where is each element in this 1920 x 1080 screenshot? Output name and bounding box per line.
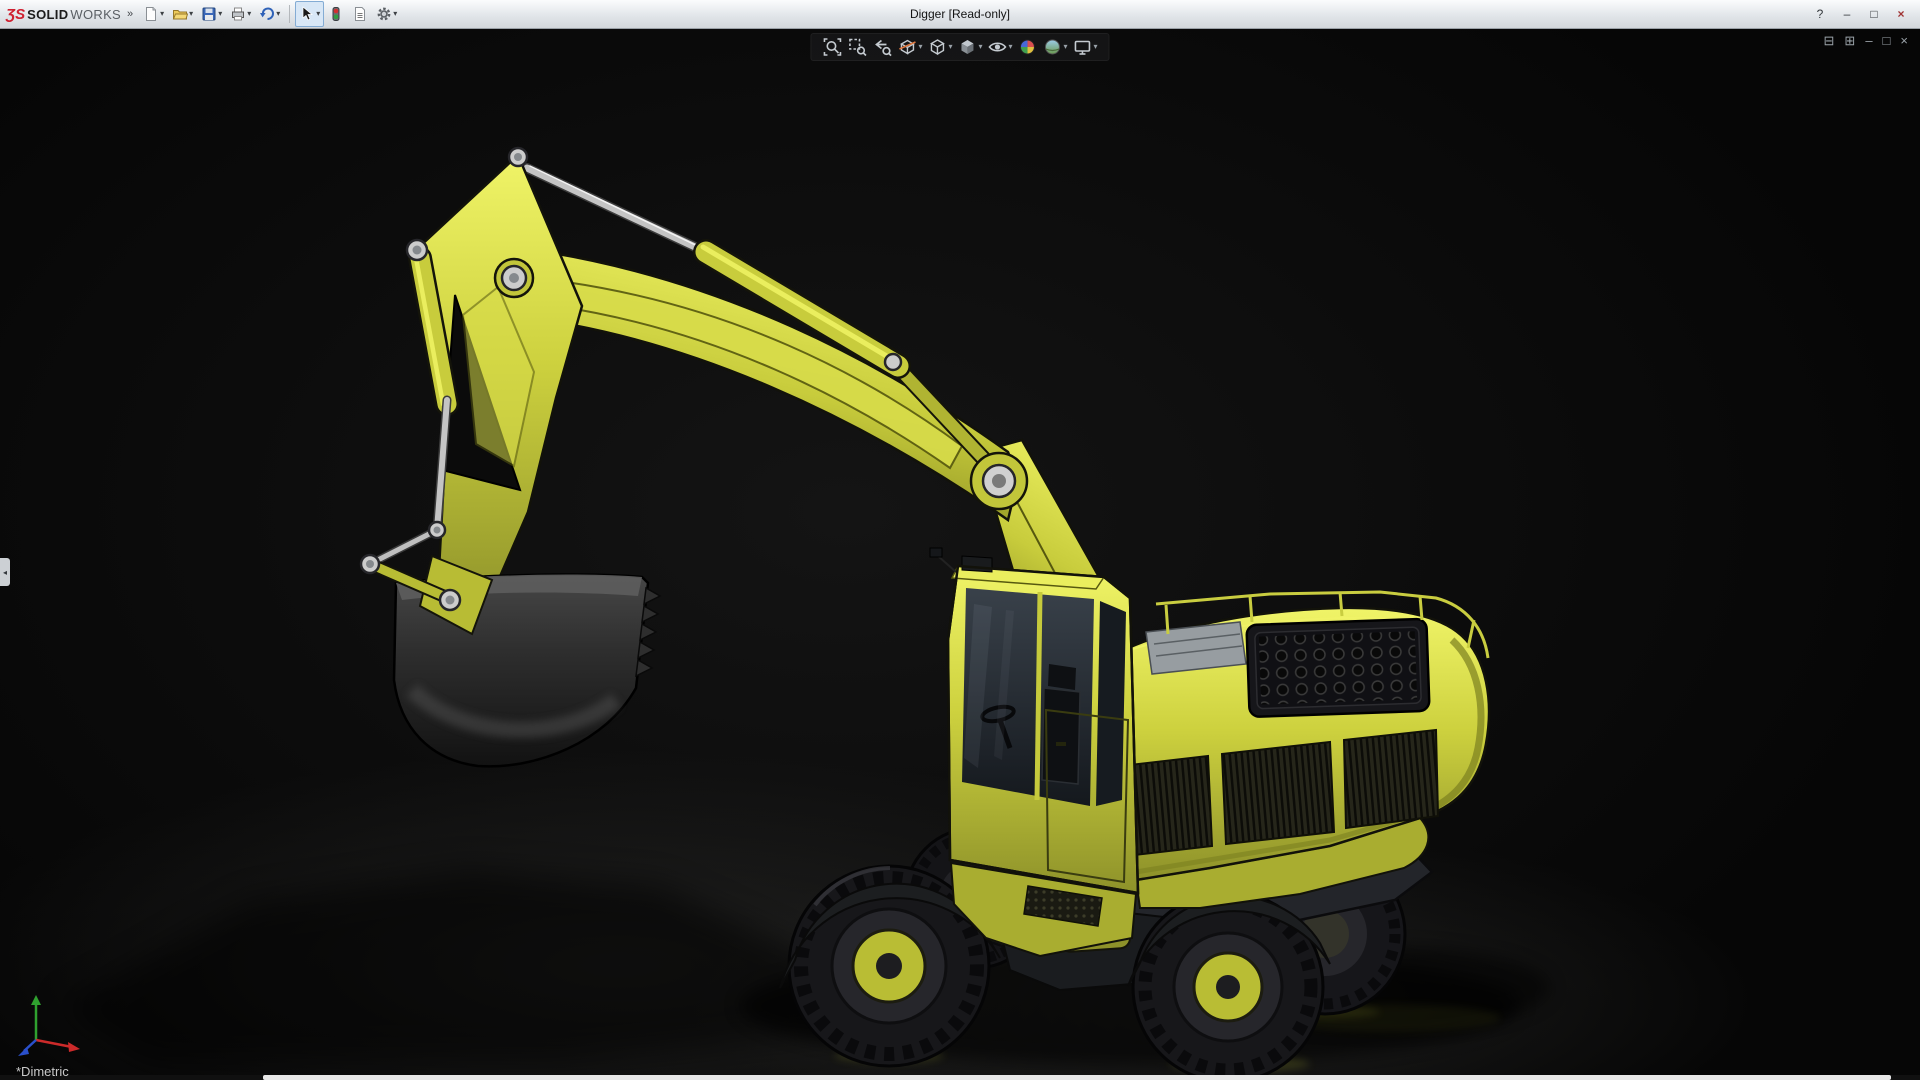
caret-icon: ▾ bbox=[1094, 43, 1098, 51]
solidworks-logo-mark: ƷS bbox=[6, 6, 25, 23]
rebuild-stoplight-icon bbox=[328, 6, 344, 22]
toolbar-save-button[interactable]: ▾ bbox=[197, 1, 226, 27]
restore-button[interactable]: □ bbox=[1867, 7, 1881, 21]
file-properties-icon bbox=[352, 6, 368, 22]
toolbar-file-properties-button[interactable] bbox=[348, 1, 372, 27]
toolbar-select-button[interactable]: ▾ bbox=[295, 1, 324, 27]
graphics-area[interactable]: ▾ ▾ ▾ ▾ bbox=[0, 28, 1920, 1080]
panel-collapse-arrow[interactable]: ◂ bbox=[0, 558, 10, 586]
toolbar-open-button[interactable]: ▾ bbox=[168, 1, 197, 27]
caret-icon: ▾ bbox=[276, 10, 280, 18]
apply-scene-button[interactable]: ▾ bbox=[1041, 35, 1070, 59]
document-window-controls: ⊟ ⊞ – □ × bbox=[1824, 34, 1909, 47]
section-view-icon bbox=[897, 37, 917, 57]
toolbar-separator bbox=[289, 5, 290, 23]
section-view-button[interactable]: ▾ bbox=[895, 35, 924, 59]
hide-show-items-button[interactable]: ▾ bbox=[986, 35, 1015, 59]
heads-up-view-toolbar: ▾ ▾ ▾ ▾ bbox=[810, 33, 1109, 61]
minimize-button[interactable]: – bbox=[1840, 7, 1854, 21]
tile-windows-button[interactable]: ⊞ bbox=[1844, 34, 1855, 47]
previous-view-button[interactable] bbox=[870, 35, 894, 59]
options-gear-icon bbox=[376, 6, 392, 22]
caret-icon: ▾ bbox=[948, 43, 952, 51]
edit-appearance-button[interactable] bbox=[1016, 35, 1040, 59]
caret-icon: ▾ bbox=[393, 10, 397, 18]
view-settings-icon bbox=[1073, 37, 1093, 57]
horizontal-scrollbar bbox=[0, 1075, 1920, 1080]
reference-triad bbox=[14, 990, 94, 1060]
caret-icon: ▾ bbox=[160, 10, 164, 18]
cascade-windows-button[interactable]: ⊟ bbox=[1824, 34, 1835, 47]
view-orientation-label: *Dimetric bbox=[16, 1064, 69, 1079]
toolbar-overflow-chevron[interactable]: » bbox=[127, 8, 133, 20]
toolbar-undo-button[interactable]: ▾ bbox=[255, 1, 284, 27]
view-settings-button[interactable]: ▾ bbox=[1071, 35, 1100, 59]
toolbar-new-document-button[interactable]: ▾ bbox=[139, 1, 168, 27]
cab bbox=[930, 548, 1138, 893]
open-folder-icon bbox=[172, 6, 188, 22]
title-bar: ƷS SOLID WORKS » ▾ ▾ ▾ ▾ bbox=[0, 0, 1920, 29]
caret-icon: ▾ bbox=[978, 43, 982, 51]
edit-appearance-icon bbox=[1018, 37, 1038, 57]
window-controls: ? – □ × bbox=[1813, 7, 1914, 21]
toolbar-print-button[interactable]: ▾ bbox=[226, 1, 255, 27]
toolbar-rebuild-button[interactable] bbox=[324, 1, 348, 27]
select-cursor-icon bbox=[299, 6, 315, 22]
save-icon bbox=[201, 6, 217, 22]
hide-show-items-icon bbox=[988, 37, 1008, 57]
view-orientation-icon bbox=[927, 37, 947, 57]
undo-icon bbox=[259, 6, 275, 22]
new-document-icon bbox=[143, 6, 159, 22]
caret-icon: ▾ bbox=[189, 10, 193, 18]
help-button[interactable]: ? bbox=[1813, 7, 1827, 21]
zoom-to-area-icon bbox=[847, 37, 867, 57]
zoom-to-area-button[interactable] bbox=[845, 35, 869, 59]
caret-icon: ▾ bbox=[1064, 43, 1068, 51]
previous-view-icon bbox=[872, 37, 892, 57]
document-title: Digger [Read-only] bbox=[910, 0, 1010, 28]
horizontal-scrollbar-thumb[interactable] bbox=[263, 1075, 1891, 1080]
minimize-document-button[interactable]: – bbox=[1865, 34, 1872, 47]
solidworks-logo: ƷS SOLID WORKS bbox=[6, 6, 121, 23]
print-icon bbox=[230, 6, 246, 22]
caret-icon: ▾ bbox=[1009, 43, 1013, 51]
toolbar-options-button[interactable]: ▾ bbox=[372, 1, 401, 27]
restore-document-button[interactable]: □ bbox=[1883, 34, 1891, 47]
caret-icon: ▾ bbox=[247, 10, 251, 18]
digger-3d-model[interactable] bbox=[0, 28, 1920, 1080]
view-orientation-button[interactable]: ▾ bbox=[925, 35, 954, 59]
caret-icon: ▾ bbox=[918, 43, 922, 51]
close-button[interactable]: × bbox=[1894, 7, 1908, 21]
display-style-button[interactable]: ▾ bbox=[955, 35, 984, 59]
caret-icon: ▾ bbox=[218, 10, 222, 18]
display-style-icon bbox=[957, 37, 977, 57]
caret-icon: ▾ bbox=[316, 10, 320, 18]
close-document-button[interactable]: × bbox=[1900, 34, 1908, 47]
zoom-to-fit-icon bbox=[822, 37, 842, 57]
apply-scene-icon bbox=[1043, 37, 1063, 57]
zoom-to-fit-button[interactable] bbox=[820, 35, 844, 59]
